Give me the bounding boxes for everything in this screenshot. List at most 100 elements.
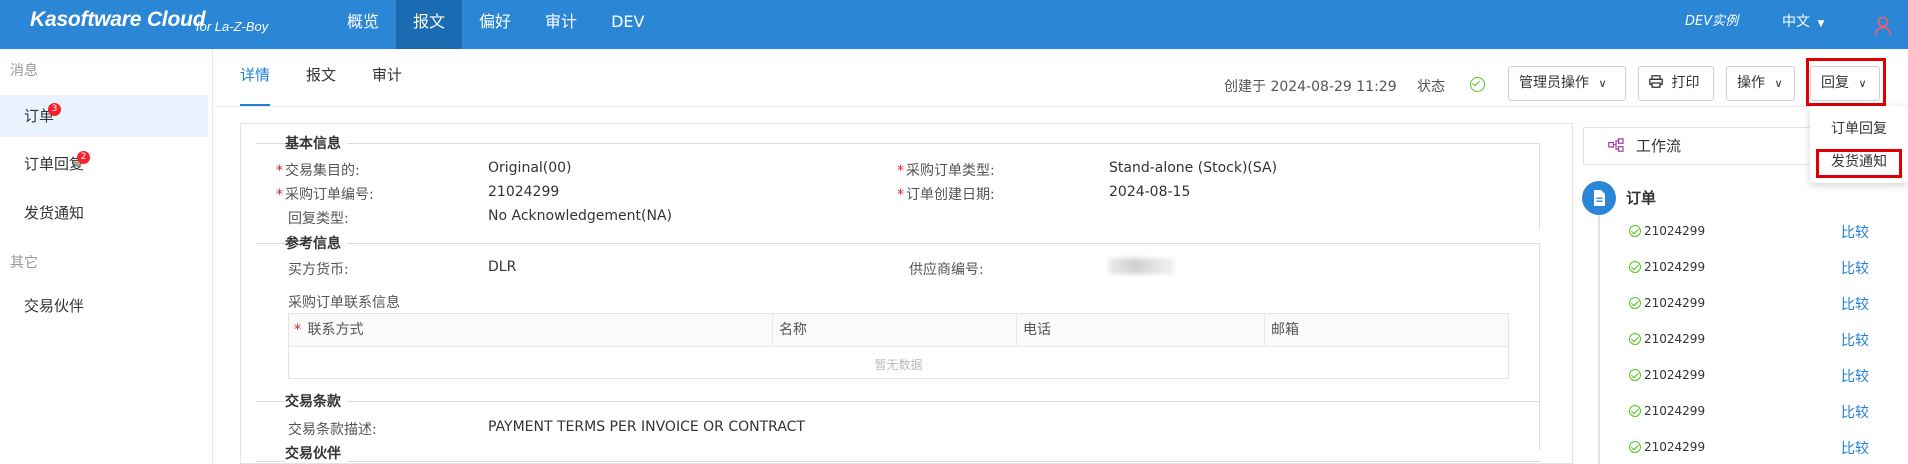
compare-link[interactable]: 比较: [1841, 258, 1869, 278]
timeline-line: [1598, 215, 1600, 464]
workflow-entry: 21024299: [1629, 368, 1705, 382]
workflow-node-order: 订单: [1626, 189, 1657, 207]
tab-audit[interactable]: 审计: [372, 60, 402, 105]
detail-tabs: 详情 报文 审计: [240, 60, 438, 106]
workflow-entry-id: 21024299: [1644, 368, 1706, 382]
app-subtitle: for La-Z-Boy: [196, 19, 269, 34]
language-selector[interactable]: 中文 ▼: [1782, 0, 1824, 49]
column-header-contact-method: * 联系方式: [289, 314, 773, 346]
section-divider: [256, 243, 1540, 244]
status-ok-icon: [1470, 76, 1488, 94]
app-title[interactable]: Kasoftware Cloud: [30, 8, 206, 32]
field-label-terms-desc: 交易条款描述:: [288, 422, 377, 438]
workflow-entry: 21024299: [1629, 404, 1705, 418]
caret-down-icon: ▼: [1817, 19, 1825, 29]
status-label: 状态: [1417, 79, 1445, 95]
check-circle-icon: [1629, 297, 1641, 309]
workflow-icon: [1608, 129, 1624, 165]
column-header-email: 邮箱: [1265, 314, 1508, 346]
field-value-po-date: 2024-08-15: [1109, 184, 1191, 200]
section-border: [1539, 143, 1540, 229]
check-circle-icon: [1629, 441, 1641, 453]
workflow-entry: 21024299: [1629, 332, 1705, 346]
section-basic-info: 基本信息: [285, 133, 347, 153]
compare-link[interactable]: 比较: [1841, 294, 1869, 314]
field-label-ack-type: 回复类型:: [288, 211, 349, 227]
section-border: [1539, 243, 1540, 401]
field-value-purpose: Original(00): [488, 160, 572, 176]
nav-audit[interactable]: 审计: [528, 0, 594, 49]
sidebar-item-label: 发货通知: [24, 204, 85, 222]
sidebar-item-ship-notices[interactable]: 发货通知: [0, 192, 208, 234]
section-terms: 交易条款: [285, 391, 347, 411]
redacted-supplier-id: [1108, 258, 1174, 274]
instance-label: DEV实例: [1685, 14, 1739, 29]
compare-link[interactable]: 比较: [1841, 330, 1869, 350]
compare-link[interactable]: 比较: [1841, 438, 1869, 458]
sidebar: 消息 订单 3 订单回复 2 发货通知 其它 交易伙伴: [0, 49, 213, 464]
workflow-entry-id: 21024299: [1644, 260, 1706, 274]
section-border: [1539, 401, 1540, 450]
sidebar-group-other: 其它: [10, 255, 38, 271]
section-reference-info: 参考信息: [285, 233, 347, 253]
table-empty-text: 暂无数据: [874, 358, 923, 372]
workflow-entry-id: 21024299: [1644, 296, 1706, 310]
section-divider: [256, 461, 1540, 462]
sidebar-item-order-replies[interactable]: 订单回复 2: [0, 143, 208, 185]
sidebar-item-label: 订单回复: [24, 155, 85, 173]
field-value-terms-desc: PAYMENT TERMS PER INVOICE OR CONTRACT: [488, 419, 805, 435]
tab-details[interactable]: 详情: [240, 60, 271, 106]
field-value-ack-type: No Acknowledgement(NA): [488, 208, 672, 224]
nav-preferences[interactable]: 偏好: [462, 0, 528, 49]
column-header-name: 名称: [773, 314, 1017, 346]
contact-info-title: 采购订单联系信息: [288, 295, 400, 311]
workflow-entry-id: 21024299: [1644, 440, 1706, 454]
section-divider: [256, 401, 1540, 402]
compare-link[interactable]: 比较: [1841, 222, 1869, 242]
sidebar-item-orders[interactable]: 订单 3: [0, 95, 208, 137]
check-circle-icon: [1629, 225, 1641, 237]
workflow-entry-id: 21024299: [1644, 224, 1706, 238]
workflow-entry: 21024299: [1629, 440, 1705, 454]
admin-actions-label: 管理员操作: [1519, 75, 1589, 91]
created-timestamp: 创建于 2024-08-29 11:29: [1224, 79, 1397, 95]
field-value-po-number: 21024299: [488, 184, 560, 200]
check-circle-icon: [1629, 369, 1641, 381]
compare-link[interactable]: 比较: [1841, 366, 1869, 386]
nav-overview[interactable]: 概览: [330, 0, 396, 49]
main-nav: 概览 报文 偏好 审计 DEV: [330, 0, 661, 49]
field-value-currency: DLR: [488, 259, 517, 275]
field-label-po-number: * 采购订单编号:: [276, 187, 374, 203]
table-header-divider: [289, 346, 1508, 347]
field-label-po-type: * 采购订单类型:: [897, 163, 995, 179]
menu-item-order-reply[interactable]: 订单回复: [1810, 113, 1908, 145]
tab-message[interactable]: 报文: [306, 60, 336, 105]
section-trading-partner: 交易伙伴: [285, 443, 347, 463]
reply-button-highlight: [1806, 58, 1886, 106]
nav-messages[interactable]: 报文: [396, 0, 463, 49]
sidebar-item-trading-partners[interactable]: 交易伙伴: [0, 285, 208, 327]
user-icon[interactable]: [1874, 10, 1892, 36]
field-label-po-date: * 订单创建日期:: [897, 187, 995, 203]
chevron-down-icon: ∨: [1774, 77, 1783, 90]
print-button[interactable]: 打印: [1638, 66, 1714, 101]
top-bar: Kasoftware Cloud for La-Z-Boy 概览 报文 偏好 审…: [0, 0, 1908, 49]
field-value-po-type: Stand-alone (Stock)(SA): [1109, 160, 1278, 176]
check-circle-icon: [1629, 333, 1641, 345]
nav-dev[interactable]: DEV: [594, 0, 661, 49]
admin-actions-button[interactable]: 管理员操作 ∨: [1508, 66, 1626, 101]
check-circle-icon: [1629, 405, 1641, 417]
check-circle-icon: [1629, 261, 1641, 273]
column-header-phone: 电话: [1017, 314, 1265, 346]
chevron-down-icon: ∨: [1598, 77, 1607, 90]
document-icon: [1582, 181, 1616, 215]
workflow-entry: 21024299: [1629, 224, 1705, 238]
section-divider: [256, 143, 1540, 144]
contact-table: * 联系方式 名称 电话 邮箱 暂无数据: [288, 313, 1509, 379]
compare-link[interactable]: 比较: [1841, 402, 1869, 422]
operations-button[interactable]: 操作 ∨: [1726, 66, 1795, 101]
print-label: 打印: [1671, 75, 1700, 91]
workflow-header[interactable]: 工作流: [1583, 127, 1823, 165]
workflow-title: 工作流: [1636, 137, 1682, 155]
field-label-purpose: * 交易集目的:: [276, 163, 360, 179]
